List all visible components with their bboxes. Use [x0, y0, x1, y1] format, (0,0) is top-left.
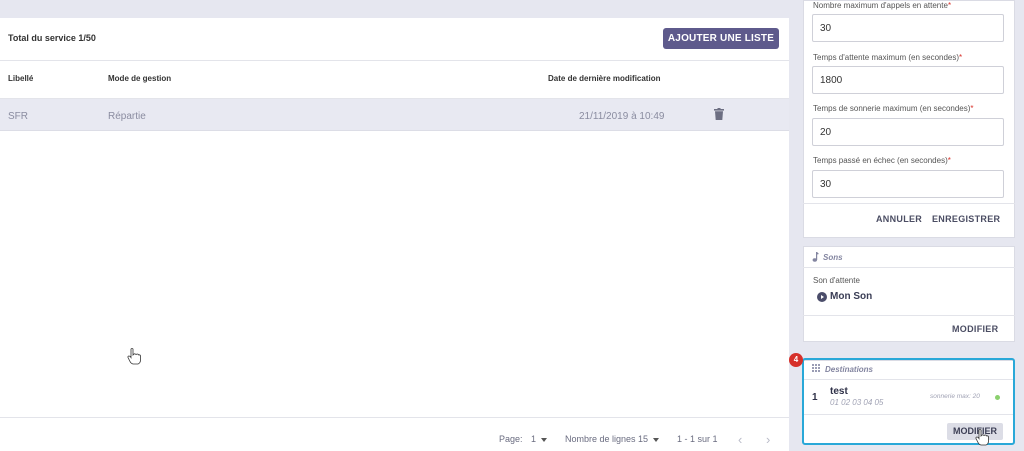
step-badge: 4: [789, 353, 803, 367]
add-list-button[interactable]: AJOUTER UNE LISTE: [663, 28, 779, 49]
field-label: Temps de sonnerie maximum (en secondes)*: [813, 104, 974, 113]
top-strip: [0, 0, 789, 18]
page-select[interactable]: 1: [531, 434, 548, 444]
hand-cursor-icon: [975, 429, 989, 446]
cancel-button[interactable]: ANNULER: [876, 214, 922, 224]
field-label: Nombre maximum d'appels en attente*: [813, 1, 952, 10]
row-date: 21/11/2019 à 10:49: [579, 111, 665, 122]
sons-modify-button[interactable]: MODIFIER: [952, 324, 998, 334]
max-wait-time-input[interactable]: 1800: [812, 66, 1004, 94]
field-label: Temps d'attente maximum (en secondes)*: [813, 53, 963, 62]
chevron-left-icon[interactable]: ‹: [738, 432, 742, 447]
pagination-bar: Page: 1 Nombre de lignes 15 1 - 1 sur 1 …: [0, 417, 789, 451]
field-label: Temps passé en échec (en secondes)*: [813, 156, 951, 165]
divider: [803, 267, 1015, 268]
sound-field-label: Son d'attente: [813, 276, 860, 285]
max-waiting-calls-input[interactable]: 30: [812, 14, 1004, 42]
max-ring-time-input[interactable]: 20: [812, 118, 1004, 146]
chevron-right-icon[interactable]: ›: [766, 432, 770, 447]
list-panel: Total du service 1/50 AJOUTER UNE LISTE …: [0, 0, 789, 451]
page-range: 1 - 1 sur 1: [677, 434, 718, 444]
row-mode: Répartie: [108, 111, 146, 122]
hand-cursor-icon: [127, 348, 141, 365]
divider: [803, 203, 1015, 204]
play-icon[interactable]: [817, 292, 827, 302]
sons-title: Sons: [823, 253, 843, 262]
column-header-libelle[interactable]: Libellé: [8, 74, 33, 83]
page-label: Page:: [499, 434, 523, 444]
save-button[interactable]: ENREGISTRER: [932, 214, 1000, 224]
divider: [803, 315, 1015, 316]
row-libelle: SFR: [8, 111, 28, 122]
divider: [0, 60, 789, 61]
music-note-icon: [812, 252, 819, 262]
column-header-mode[interactable]: Mode de gestion: [108, 74, 171, 83]
lines-value: 15: [638, 434, 649, 444]
caret-down-icon: [653, 437, 660, 442]
trash-icon[interactable]: [714, 108, 724, 120]
column-header-date[interactable]: Date de dernière modification: [548, 74, 660, 83]
sound-name: Mon Son: [830, 291, 873, 302]
page-value: 1: [531, 434, 537, 444]
lines-select[interactable]: 15: [638, 434, 660, 444]
lines-label: Nombre de lignes: [565, 434, 636, 444]
failure-time-input[interactable]: 30: [812, 170, 1004, 198]
caret-down-icon: [541, 437, 548, 442]
service-total: Total du service 1/50: [8, 33, 96, 43]
